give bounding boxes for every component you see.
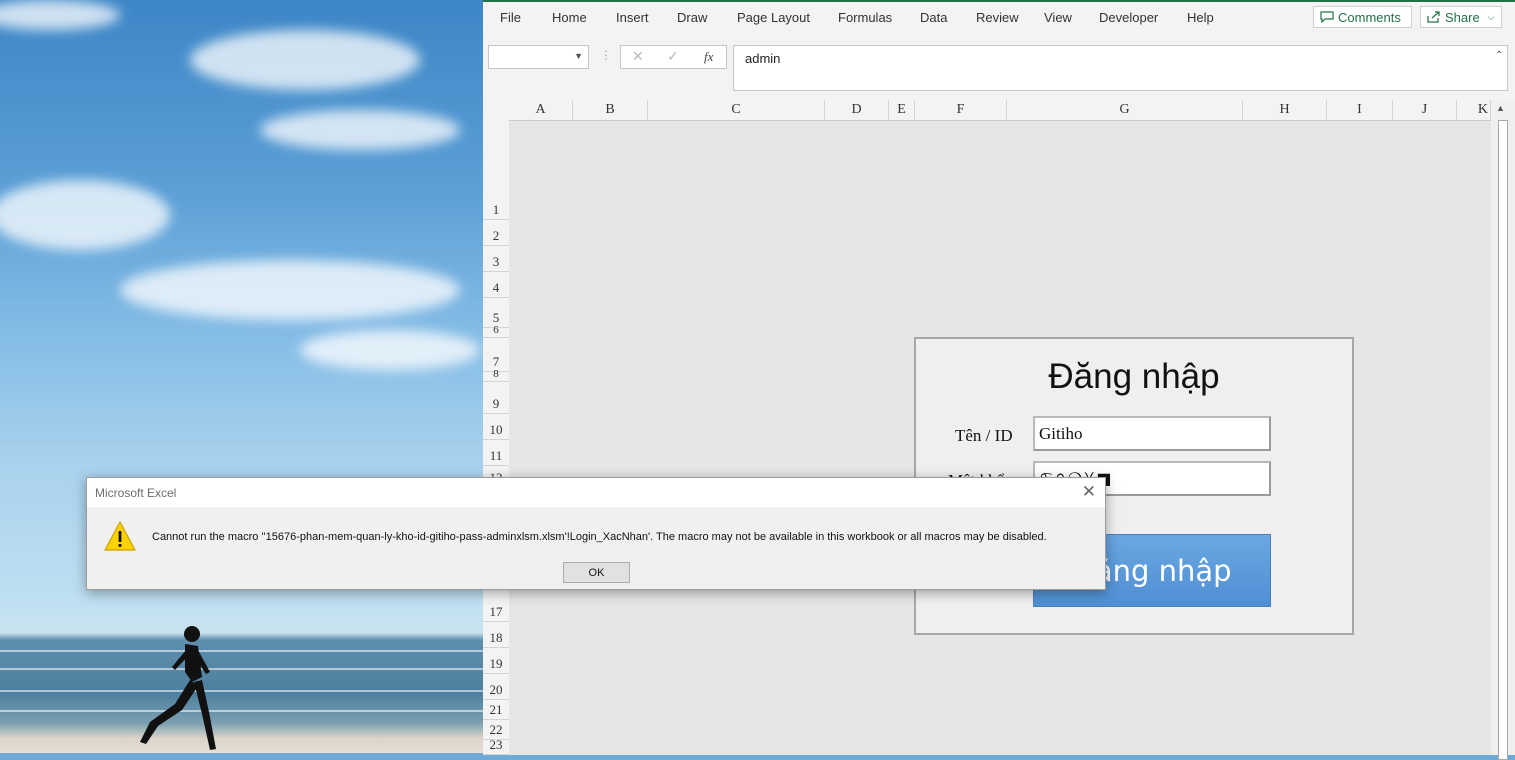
tab-view[interactable]: View bbox=[1044, 10, 1072, 25]
column-headers: A B C D E F G H I J K bbox=[483, 100, 1515, 121]
comments-label: Comments bbox=[1338, 9, 1401, 25]
column-header[interactable]: F bbox=[915, 100, 1007, 120]
error-dialog: Microsoft Excel ✕ Cannot run the macro '… bbox=[86, 477, 1106, 590]
column-header[interactable]: K bbox=[1457, 100, 1491, 120]
share-label: Share bbox=[1445, 9, 1480, 25]
worksheet-area[interactable]: Đăng nhập Tên / ID Gitiho Mật khẩu ♋♎❍♓■… bbox=[509, 121, 1491, 755]
name-box[interactable]: ▼ bbox=[488, 45, 589, 69]
username-field[interactable]: Gitiho bbox=[1033, 416, 1271, 451]
dialog-titlebar: Microsoft Excel ✕ bbox=[87, 478, 1105, 507]
dialog-message: Cannot run the macro ''15676-phan-mem-qu… bbox=[152, 531, 1047, 543]
excel-window: File Home Insert Draw Page Layout Formul… bbox=[483, 0, 1515, 760]
formula-controls: ✕ ✓ fx bbox=[620, 45, 727, 69]
row-header[interactable]: 8 bbox=[483, 368, 509, 382]
cancel-icon[interactable]: ✕ bbox=[632, 48, 644, 65]
row-header[interactable]: 4 bbox=[483, 272, 509, 298]
chevron-down-icon: ⌵ bbox=[1487, 11, 1495, 22]
scroll-thumb[interactable] bbox=[1498, 120, 1508, 760]
collapse-formula-bar-icon[interactable]: ⌃ bbox=[1495, 50, 1503, 61]
more-options-icon[interactable]: ⋮ bbox=[600, 48, 612, 62]
row-header[interactable]: 11 bbox=[483, 440, 509, 466]
desktop-wallpaper bbox=[0, 0, 483, 753]
column-header[interactable]: A bbox=[509, 100, 573, 120]
tab-formulas[interactable]: Formulas bbox=[838, 10, 892, 25]
formula-bar: ▼ ⋮ ✕ ✓ fx admin ⌃ bbox=[483, 38, 1515, 96]
column-header[interactable]: C bbox=[648, 100, 825, 120]
tab-data[interactable]: Data bbox=[920, 10, 947, 25]
dialog-title: Microsoft Excel bbox=[95, 486, 177, 500]
tab-draw[interactable]: Draw bbox=[677, 10, 707, 25]
insert-function-icon[interactable]: fx bbox=[704, 49, 713, 65]
column-header[interactable]: D bbox=[825, 100, 889, 120]
close-icon[interactable]: ✕ bbox=[1082, 482, 1096, 502]
row-header[interactable]: 9 bbox=[483, 382, 509, 414]
share-button[interactable]: Share ⌵ bbox=[1420, 6, 1502, 28]
login-title: Đăng nhập bbox=[1048, 357, 1220, 396]
enter-icon[interactable]: ✓ bbox=[667, 48, 679, 65]
column-header[interactable]: B bbox=[573, 100, 648, 120]
row-header[interactable]: 10 bbox=[483, 414, 509, 440]
column-header[interactable]: J bbox=[1393, 100, 1457, 120]
comment-icon bbox=[1320, 11, 1334, 23]
row-header[interactable]: 7 bbox=[483, 338, 509, 372]
scroll-up-icon[interactable]: ▲ bbox=[1496, 103, 1505, 113]
row-header[interactable]: 3 bbox=[483, 246, 509, 272]
column-header[interactable]: I bbox=[1327, 100, 1393, 120]
tab-developer[interactable]: Developer bbox=[1099, 10, 1158, 25]
runner-silhouette-icon bbox=[140, 626, 216, 750]
row-header[interactable]: 6 bbox=[483, 324, 509, 338]
row-header[interactable]: 17 bbox=[483, 592, 509, 622]
row-header[interactable]: 1 bbox=[483, 120, 509, 220]
row-headers: 1 2 3 4 5 6 7 8 9 10 11 12 17 18 19 20 2… bbox=[483, 120, 510, 755]
row-header[interactable]: 18 bbox=[483, 622, 509, 648]
username-label: Tên / ID bbox=[955, 426, 1013, 445]
column-header[interactable]: E bbox=[889, 100, 915, 120]
tab-page-layout[interactable]: Page Layout bbox=[737, 10, 810, 25]
row-header[interactable]: 21 bbox=[483, 700, 509, 720]
warning-icon bbox=[104, 521, 136, 551]
ribbon-tabs: File Home Insert Draw Page Layout Formul… bbox=[483, 2, 1515, 35]
row-header[interactable]: 2 bbox=[483, 220, 509, 246]
tab-help[interactable]: Help bbox=[1187, 10, 1214, 25]
vertical-scrollbar[interactable]: ▲ bbox=[1491, 100, 1515, 760]
share-icon bbox=[1427, 11, 1440, 23]
comments-button[interactable]: Comments bbox=[1313, 6, 1412, 28]
tab-insert[interactable]: Insert bbox=[616, 10, 649, 25]
ok-button[interactable]: OK bbox=[563, 562, 630, 583]
row-header[interactable]: 20 bbox=[483, 674, 509, 700]
formula-input[interactable]: admin bbox=[733, 45, 1508, 91]
column-header[interactable]: G bbox=[1007, 100, 1243, 120]
tab-home[interactable]: Home bbox=[552, 10, 587, 25]
tab-file[interactable]: File bbox=[500, 10, 521, 25]
tab-review[interactable]: Review bbox=[976, 10, 1019, 25]
column-header[interactable]: H bbox=[1243, 100, 1327, 120]
chevron-down-icon[interactable]: ▼ bbox=[574, 51, 583, 61]
row-header[interactable]: 19 bbox=[483, 648, 509, 674]
